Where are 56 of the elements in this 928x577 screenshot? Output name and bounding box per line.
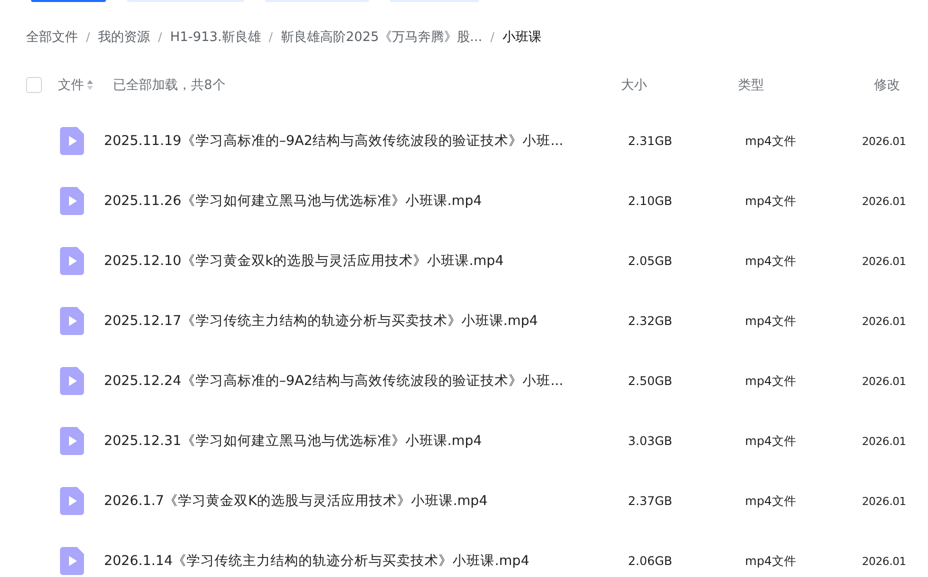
video-file-icon: [60, 307, 84, 335]
file-type: mp4文件: [745, 552, 797, 570]
breadcrumb-separator: /: [86, 30, 90, 44]
breadcrumb-separator: /: [158, 30, 162, 44]
breadcrumb-item[interactable]: 我的资源: [98, 28, 150, 46]
breadcrumb-item[interactable]: H1-913.靳良雄: [170, 28, 261, 46]
file-name[interactable]: 2025.12.24《学习高标准的–9A2结构与高效传统波段的验证技术》小班...: [104, 372, 628, 390]
modified-date: 2026.01: [862, 434, 906, 448]
file-size: 2.10GB: [628, 194, 674, 208]
breadcrumb-item[interactable]: 靳良雄高阶2025《万马奔腾》股...: [280, 28, 482, 46]
file-type: mp4文件: [745, 492, 797, 510]
file-type: mp4文件: [745, 192, 797, 210]
modified-date: 2026.01: [862, 374, 906, 388]
breadcrumb-separator: /: [268, 30, 273, 44]
file-name[interactable]: 2025.12.31《学习如何建立黑马池与优选标准》小班课.mp4: [104, 432, 628, 450]
load-status: 已全部加载，共8个: [113, 77, 226, 94]
file-size: 2.06GB: [628, 554, 674, 568]
file-size: 2.32GB: [628, 314, 674, 328]
column-header[interactable]: 文件: [58, 76, 84, 94]
modified-date: 2026.01: [862, 314, 906, 328]
video-file-icon: [60, 487, 84, 515]
file-type: mp4文件: [745, 252, 797, 270]
file-type: mp4文件: [745, 432, 797, 450]
breadcrumb-item[interactable]: 全部文件: [26, 28, 78, 46]
file-size: 2.05GB: [628, 254, 674, 268]
video-file-icon: [60, 547, 84, 575]
file-size: 3.03GB: [628, 434, 674, 448]
modified-date: 2026.01: [862, 134, 906, 148]
modified-date: 2026.01: [862, 194, 906, 208]
breadcrumb-separator: /: [490, 30, 494, 44]
file-type: mp4文件: [745, 312, 797, 330]
file-size: 2.31GB: [628, 134, 674, 148]
file-name[interactable]: 2025.11.26《学习如何建立黑马池与优选标准》小班课.mp4: [104, 192, 628, 210]
file-name[interactable]: 2026.1.14《学习传统主力结构的轨迹分析与买卖技术》小班课.mp4: [104, 552, 628, 570]
file-name[interactable]: 2025.12.17《学习传统主力结构的轨迹分析与买卖技术》小班课.mp4: [104, 312, 628, 330]
video-file-icon: [60, 247, 84, 275]
column-header[interactable]: 类型: [738, 76, 874, 94]
modified-date: 2026.01: [862, 254, 906, 268]
column-header[interactable]: 修改: [874, 76, 900, 94]
video-file-icon: [60, 127, 84, 155]
file-size: 2.50GB: [628, 374, 674, 388]
sort-icon[interactable]: [87, 80, 93, 90]
modified-date: 2026.01: [862, 554, 906, 568]
modified-date: 2026.01: [862, 494, 906, 508]
file-size: 2.37GB: [628, 494, 674, 508]
video-file-icon: [60, 427, 84, 455]
file-name[interactable]: 2026.1.7《学习黄金双K的选股与灵活应用技术》小班课.mp4: [104, 492, 628, 510]
column-header[interactable]: 大小: [621, 76, 738, 94]
select-all-checkbox[interactable]: [26, 77, 42, 93]
file-name[interactable]: 2025.11.19《学习高标准的–9A2结构与高效传统波段的验证技术》小班...: [104, 132, 628, 150]
file-type: mp4文件: [745, 132, 797, 150]
file-name[interactable]: 2025.12.10《学习黄金双k的选股与灵活应用技术》小班课.mp4: [104, 252, 628, 270]
video-file-icon: [60, 367, 84, 395]
file-type: mp4文件: [745, 372, 797, 390]
video-file-icon: [60, 187, 84, 215]
breadcrumb-item[interactable]: 小班课: [502, 28, 542, 46]
